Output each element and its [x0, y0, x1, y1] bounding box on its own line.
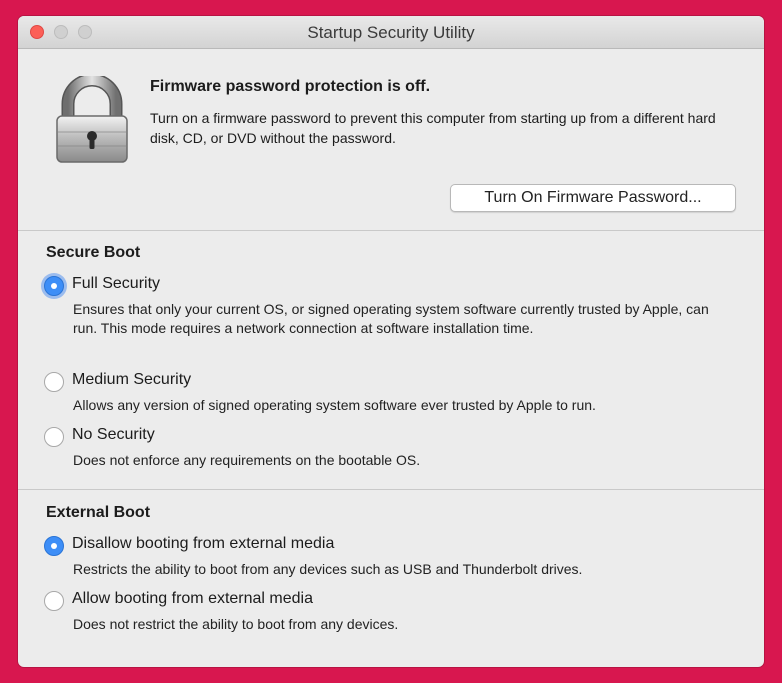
section-divider — [18, 489, 764, 490]
option-description: Ensures that only your current OS, or si… — [73, 301, 709, 336]
option-label[interactable]: No Security — [72, 426, 155, 444]
option-label[interactable]: Medium Security — [72, 371, 191, 389]
option-label[interactable]: Disallow booting from external media — [72, 535, 334, 553]
title-bar: Startup Security Utility — [18, 16, 764, 49]
allow-external-boot-radio[interactable] — [44, 591, 64, 611]
option-description: Does not restrict the ability to boot fr… — [73, 616, 399, 632]
option-description: Does not enforce any requirements on the… — [73, 452, 421, 468]
section-divider — [18, 230, 764, 231]
disallow-external-boot-radio[interactable] — [44, 536, 64, 556]
firmware-status-heading: Firmware password protection is off. — [150, 78, 431, 95]
full-security-radio[interactable] — [44, 276, 64, 296]
option-description: Restricts the ability to boot from any d… — [73, 561, 583, 577]
no-security-radio[interactable] — [44, 427, 64, 447]
option-description: Allows any version of signed operating s… — [73, 397, 596, 413]
secure-boot-heading: Secure Boot — [46, 244, 141, 261]
startup-security-window: Startup Security Utility Firmware passwo… — [18, 16, 764, 667]
option-label[interactable]: Allow booting from external media — [72, 590, 313, 608]
firmware-description: Turn on a firmware password to prevent t… — [150, 110, 716, 146]
external-boot-heading: External Boot — [46, 504, 151, 521]
medium-security-radio[interactable] — [44, 372, 64, 392]
window-title: Startup Security Utility — [307, 23, 475, 42]
option-label[interactable]: Full Security — [72, 275, 160, 293]
turn-on-firmware-password-button[interactable]: Turn On Firmware Password... — [450, 184, 736, 212]
lock-icon — [56, 76, 128, 163]
